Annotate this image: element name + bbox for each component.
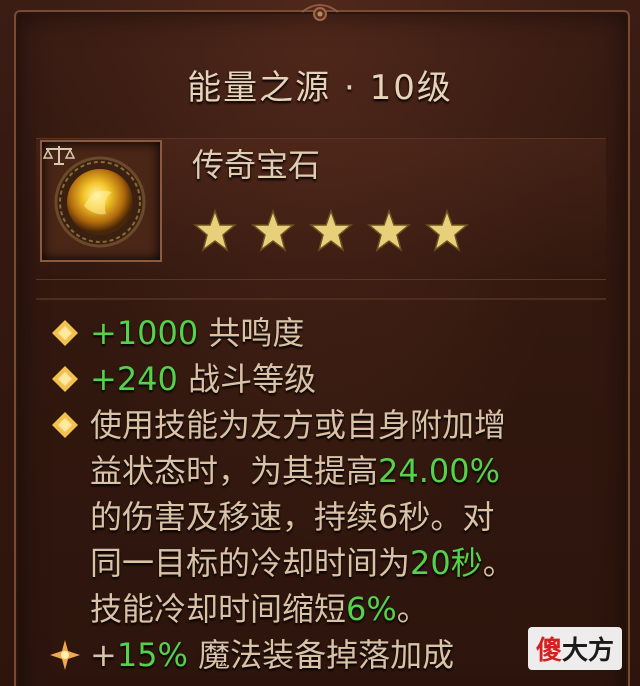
- item-title: 能量之源 · 10级: [187, 68, 453, 108]
- watermark-char: 傻: [535, 636, 562, 666]
- effect-value: 6%: [346, 590, 397, 628]
- property-label: 战斗等级: [188, 360, 317, 398]
- effect-line: 同一目标的冷却时间为: [90, 544, 411, 582]
- bonus-value: 15%: [116, 636, 188, 674]
- property-value: +240: [90, 360, 178, 398]
- diamond-bullet-icon: [48, 356, 82, 402]
- effect-description: 使用技能为友方或自身附加增 益状态时，为其提高24.00% 的伤害及移速，持续6…: [90, 402, 590, 632]
- effect-value: 24.00%: [378, 452, 501, 490]
- item-type: 传奇宝石: [192, 146, 321, 184]
- property-combat-level: +240 战斗等级: [48, 356, 608, 402]
- property-label: 共鸣度: [208, 314, 305, 352]
- star-icon: [250, 208, 296, 252]
- property-bonus: +15% 魔法装备掉落加成: [48, 632, 608, 678]
- ornament-icon: [301, 4, 339, 21]
- effect-line: 的伤害及移速，持续6秒。对: [90, 498, 495, 536]
- effect-punct: 。: [396, 590, 429, 628]
- effect-line: 益状态时，为其提高: [90, 452, 379, 490]
- golden-gem-icon: [54, 156, 146, 248]
- property-resonance: +1000 共鸣度: [48, 310, 608, 356]
- diamond-bullet-icon: [48, 402, 82, 448]
- star-icon: [424, 208, 470, 252]
- diamond-bullet-icon: [48, 310, 82, 356]
- item-tooltip: 能量之源 · 10级 传奇宝石 +1000 共鸣度 +240 战斗等级 使用技能…: [0, 0, 640, 686]
- bonus-label: 魔法装备掉落加成: [198, 636, 455, 674]
- effect-punct: 。: [482, 544, 515, 582]
- star-icon: [192, 208, 238, 252]
- divider: [36, 298, 606, 300]
- star-rating: [192, 208, 470, 258]
- star-icon: [308, 208, 354, 252]
- property-list: +1000 共鸣度 +240 战斗等级 使用技能为友方或自身附加增 益状态时，为…: [48, 310, 608, 678]
- effect-line: 技能冷却时间缩短: [90, 590, 347, 628]
- property-effect: 使用技能为友方或自身附加增 益状态时，为其提高24.00% 的伤害及移速，持续6…: [48, 402, 608, 632]
- watermark: 傻大方: [527, 627, 622, 670]
- effect-value: 20秒: [410, 544, 483, 582]
- star-icon: [366, 208, 412, 252]
- sparkle-bullet-icon: [48, 632, 82, 678]
- bonus-prefix: +: [90, 636, 117, 674]
- property-value: +1000: [90, 314, 199, 352]
- watermark-text: 大方: [561, 636, 614, 666]
- effect-line: 使用技能为友方或自身附加增: [90, 406, 507, 444]
